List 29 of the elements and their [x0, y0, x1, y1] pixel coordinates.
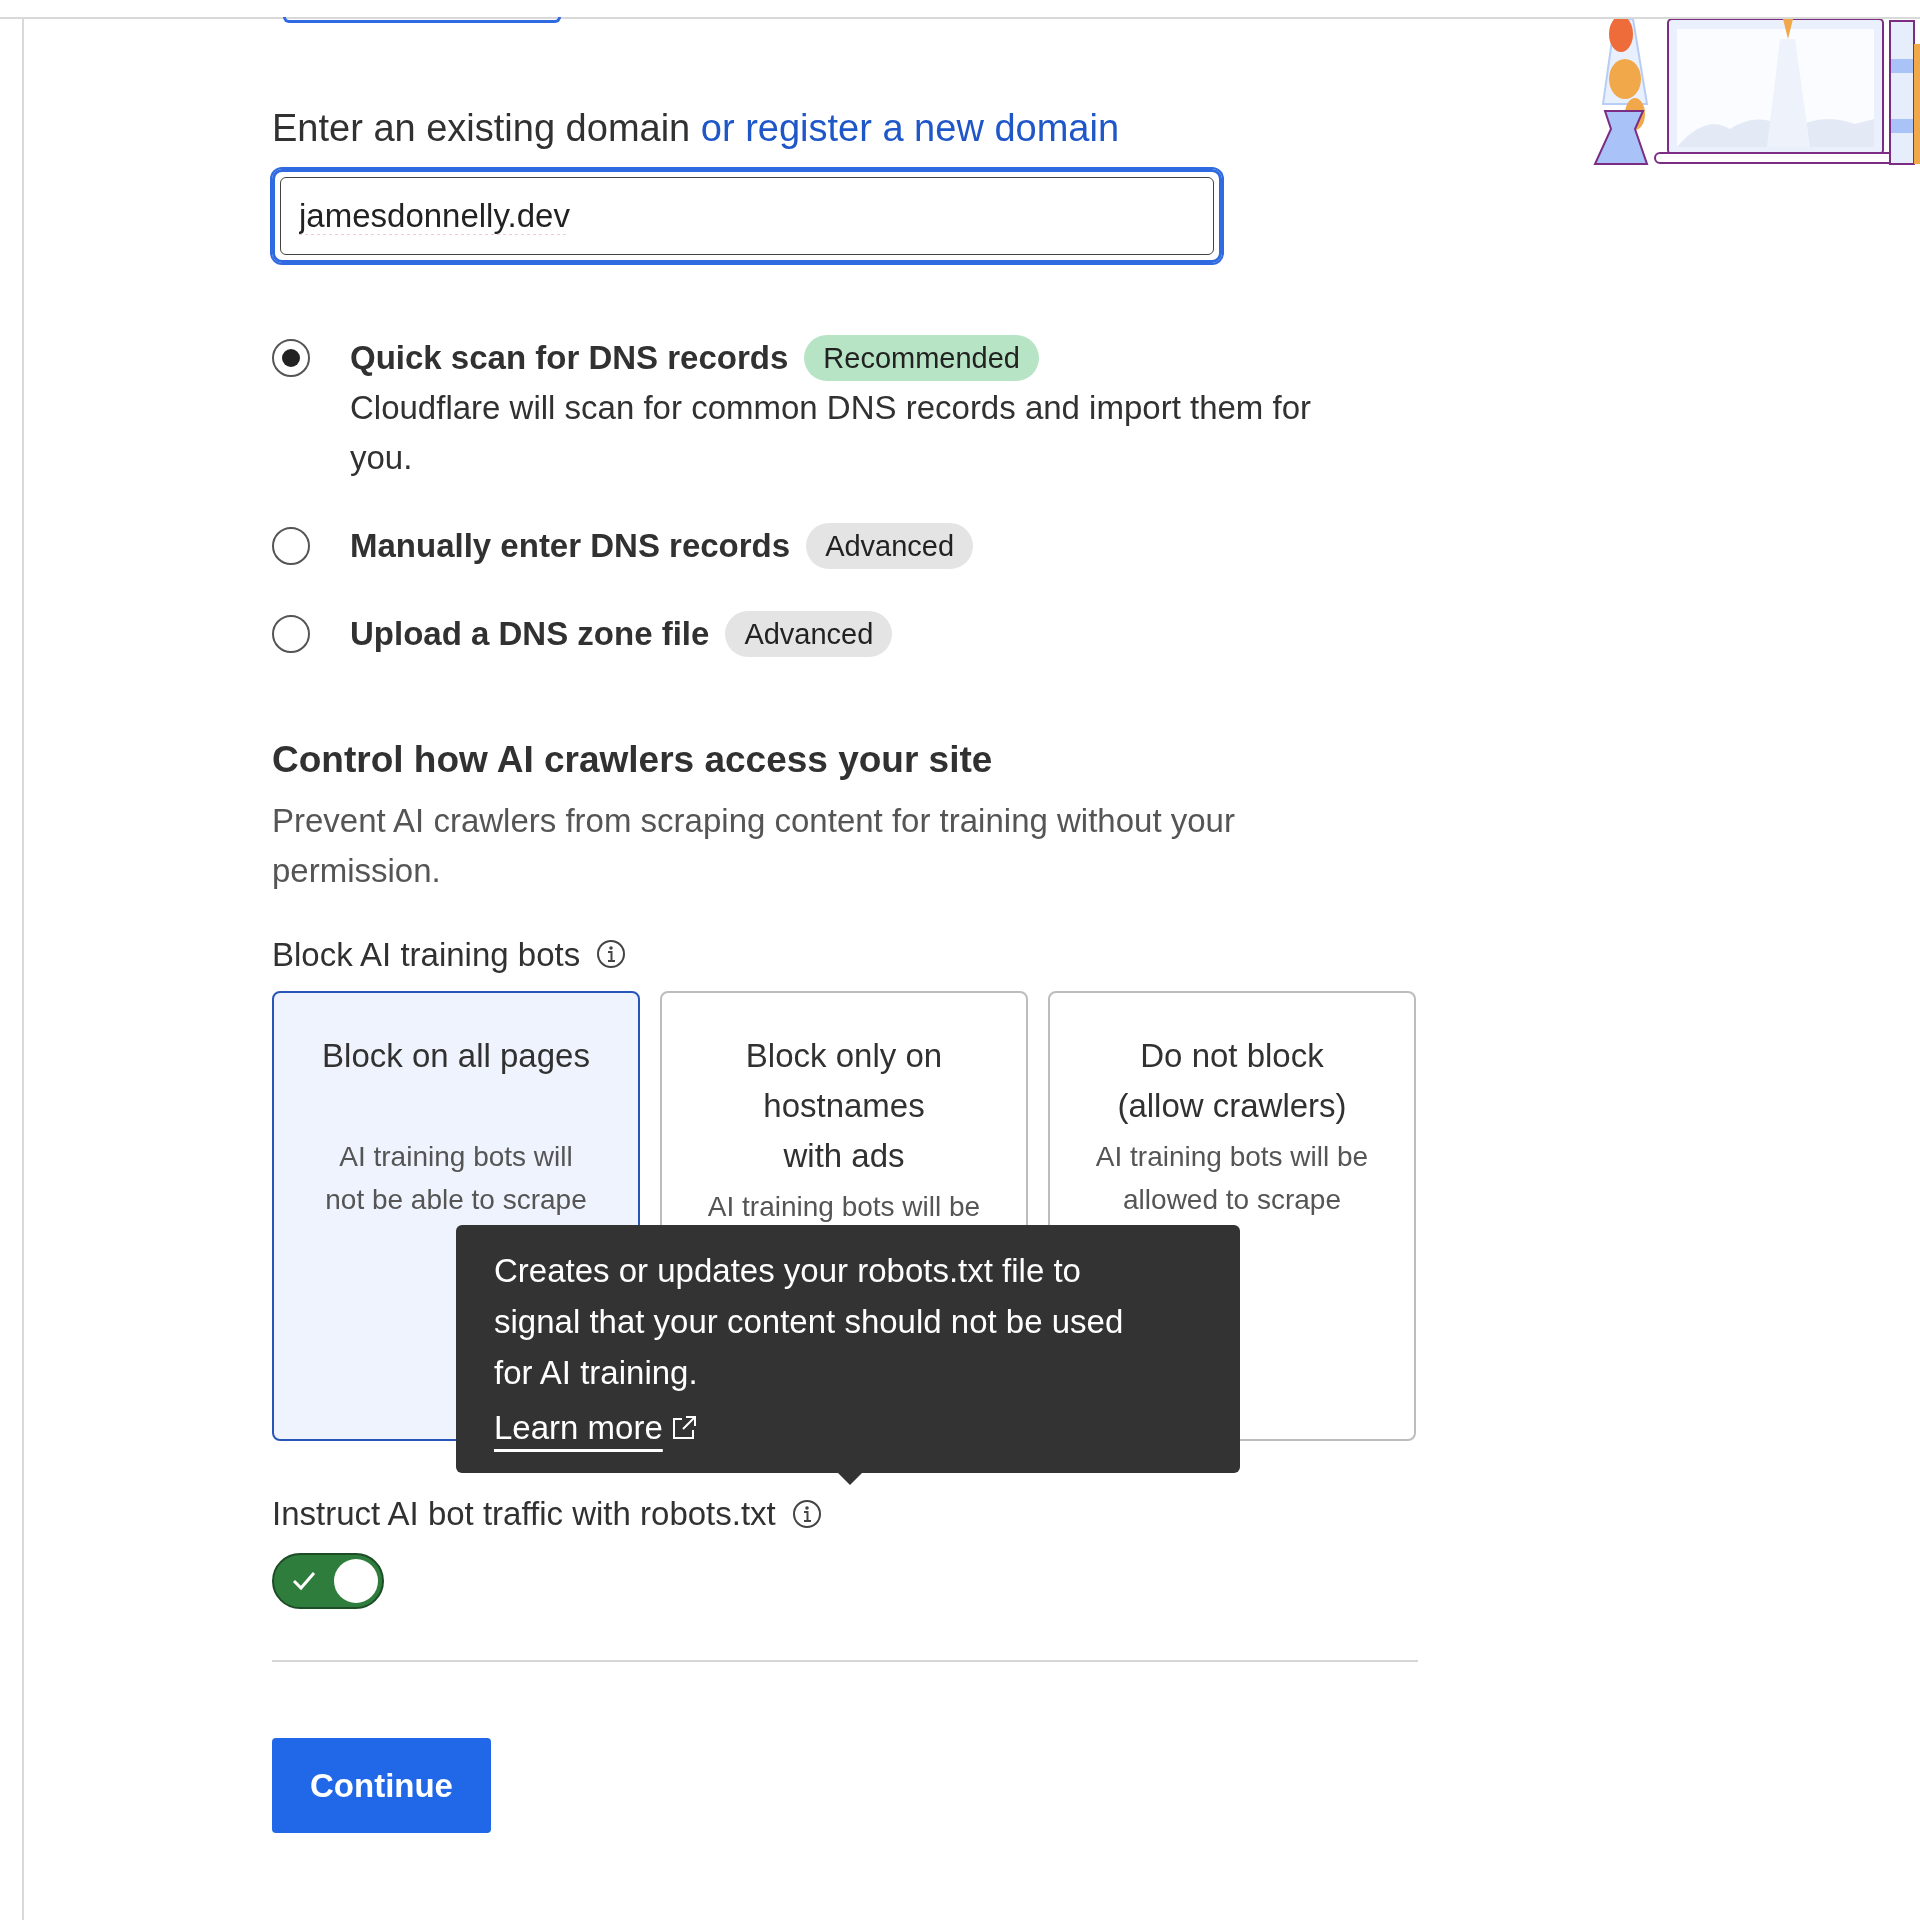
external-link-icon: [670, 1414, 697, 1441]
option-description: Cloudflare will scan for common DNS records and import them for you.: [350, 388, 1312, 478]
card-title: Do not block (allow crawlers): [1116, 1036, 1348, 1126]
domain-label: Enter an existing domain or register a new domain: [272, 106, 1121, 151]
field-label: Block AI training bots: [272, 934, 581, 975]
field-label: Instruct AI bot traffic with robots.txt: [272, 1494, 776, 1534]
card-description: AI training bots will be: [706, 1190, 982, 1224]
info-icon[interactable]: [596, 939, 627, 970]
button-edge[interactable]: [283, 17, 561, 23]
option-tag: Advanced: [806, 523, 974, 569]
card-title: Block only on hostnames with ads: [744, 1036, 944, 1176]
option-label[interactable]: Quick scan for DNS records: [350, 333, 789, 383]
register-domain-link[interactable]: or register a new domain: [700, 107, 1120, 149]
section-heading: Control how AI crawlers access your site: [272, 738, 994, 782]
option-tag: Advanced: [725, 611, 893, 657]
card-title: Block on all pages: [321, 1036, 591, 1076]
option-label[interactable]: Upload a DNS zone file: [350, 609, 710, 659]
card-description: AI training bots will be allowed to scrape: [1094, 1140, 1370, 1217]
toggle-switch[interactable]: [272, 1552, 384, 1609]
radio-button[interactable]: [272, 527, 310, 565]
continue-button[interactable]: Continue: [272, 1738, 491, 1833]
check-icon: [292, 1569, 316, 1592]
card-description: AI training bots will not be able to scrape: [324, 1140, 588, 1217]
section-description: Prevent AI crawlers from scraping content for training without your permission.: [272, 800, 1236, 891]
info-icon[interactable]: [791, 1498, 822, 1529]
option-tag: Recommended: [804, 335, 1039, 381]
radio-button[interactable]: [272, 615, 310, 653]
option-label[interactable]: Manually enter DNS records: [350, 521, 791, 571]
radio-button[interactable]: [272, 339, 310, 377]
